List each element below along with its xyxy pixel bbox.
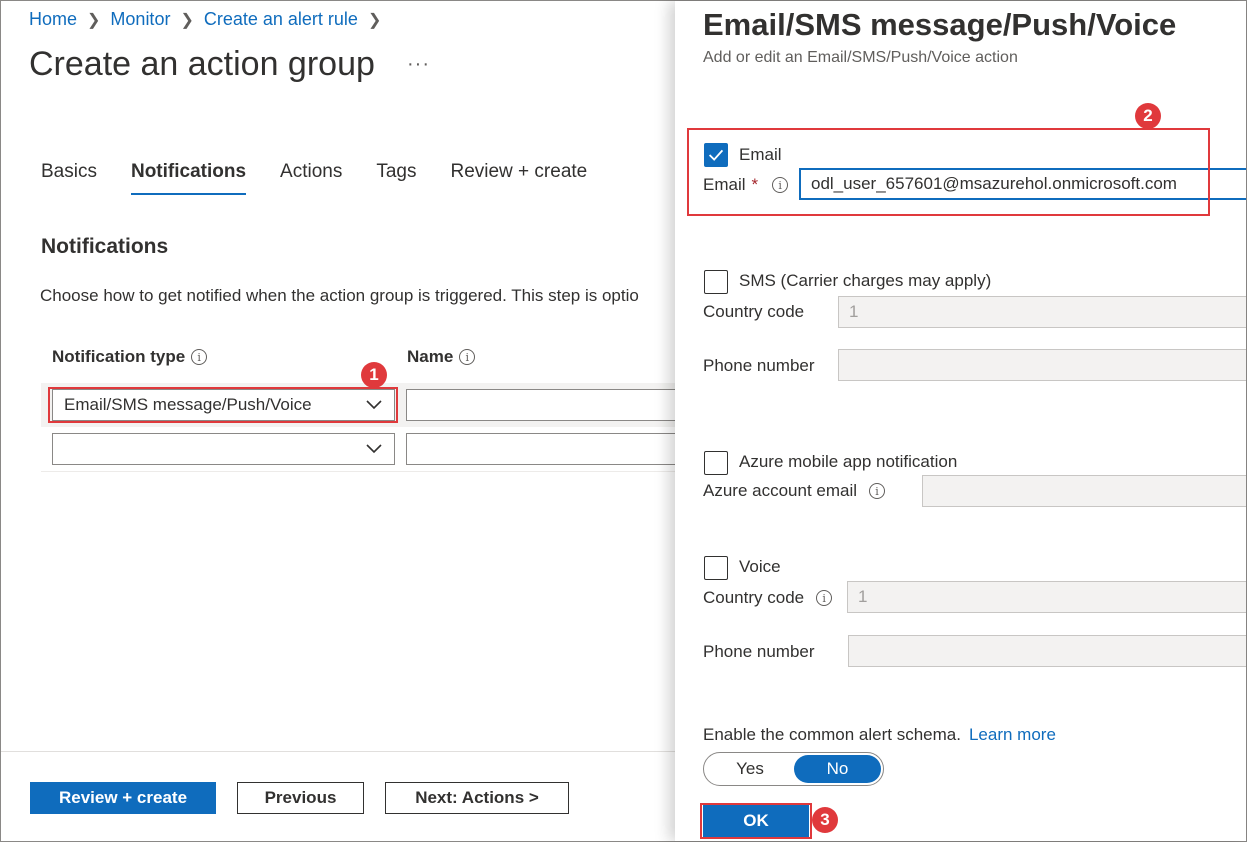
azure-account-email-label: Azure account email i (703, 481, 886, 501)
chevron-down-icon (366, 400, 382, 410)
step-badge-2: 2 (1135, 103, 1161, 129)
column-header-notification-type: Notification type i (52, 347, 208, 367)
voice-country-code-label: Country code i (703, 588, 833, 608)
info-icon[interactable]: i (459, 349, 476, 365)
step-badge-1: 1 (361, 362, 387, 388)
sms-checkbox[interactable] (704, 270, 728, 294)
chevron-right-icon: ❯ (180, 11, 194, 29)
voice-checkbox[interactable] (704, 556, 728, 580)
step-badge-3: 3 (812, 807, 838, 833)
toggle-yes-option[interactable]: Yes (706, 755, 794, 783)
email-checkbox-label: Email (739, 145, 782, 164)
email-field[interactable]: odl_user_657601@msazurehol.onmicrosoft.c… (799, 168, 1246, 200)
review-create-button[interactable]: Review + create (30, 782, 216, 814)
tab-actions[interactable]: Actions (280, 161, 342, 195)
push-checkbox-label: Azure mobile app notification (739, 452, 958, 471)
sms-country-code-input[interactable]: 1 (838, 296, 1246, 328)
learn-more-link[interactable]: Learn more (969, 725, 1056, 744)
voice-checkbox-label: Voice (739, 557, 781, 576)
info-icon[interactable]: i (772, 177, 789, 193)
common-alert-schema-toggle: Yes No (703, 752, 884, 786)
required-asterisk: * (751, 175, 759, 194)
breadcrumb-home[interactable]: Home (29, 9, 77, 30)
voice-country-code-input[interactable]: 1 (847, 581, 1246, 613)
tab-notifications[interactable]: Notifications (130, 161, 247, 195)
notification-type-dropdown-empty[interactable] (52, 433, 395, 465)
page-title: Create an action group (29, 45, 375, 83)
push-checkbox[interactable] (704, 451, 728, 475)
section-description: Choose how to get notified when the acti… (40, 286, 639, 305)
column-header-label: Name (407, 347, 454, 366)
previous-button[interactable]: Previous (237, 782, 364, 814)
column-header-label: Notification type (52, 347, 186, 366)
sms-checkbox-label: SMS (Carrier charges may apply) (739, 271, 992, 290)
chevron-right-icon: ❯ (367, 11, 382, 29)
azure-account-email-input[interactable] (922, 475, 1246, 507)
email-sms-push-voice-panel: Email/SMS message/Push/Voice Add or edit… (675, 1, 1246, 841)
schema-label-text: Enable the common alert schema. (703, 725, 961, 744)
azure-account-email-text: Azure account email (703, 481, 858, 500)
tab-bar: Basics Notifications Actions Tags Review… (41, 161, 621, 195)
info-icon[interactable]: i (869, 483, 886, 499)
info-icon[interactable]: i (191, 349, 208, 365)
common-alert-schema-label: Enable the common alert schema. Learn mor… (703, 725, 1056, 745)
sms-country-code-label: Country code (703, 302, 805, 321)
notification-name-input[interactable] (406, 389, 675, 421)
voice-phone-input[interactable] (848, 635, 1246, 667)
create-action-group-page: Home ❯ Monitor ❯ Create an alert rule ❯ … (1, 1, 675, 841)
email-label-text: Email (703, 175, 746, 194)
tab-review-create[interactable]: Review + create (450, 161, 587, 195)
more-options-icon[interactable]: ··· (407, 53, 430, 76)
column-header-name: Name i (407, 347, 476, 367)
ok-button[interactable]: OK (703, 805, 809, 837)
sms-phone-label: Phone number (703, 356, 815, 375)
section-heading: Notifications (41, 235, 169, 258)
breadcrumb-monitor[interactable]: Monitor (110, 9, 170, 30)
tab-tags[interactable]: Tags (376, 161, 416, 195)
table-divider (41, 471, 675, 472)
panel-title: Email/SMS message/Push/Voice (703, 7, 1177, 42)
voice-country-code-text: Country code (703, 588, 805, 607)
info-icon[interactable]: i (816, 590, 833, 606)
notification-type-dropdown[interactable]: Email/SMS message/Push/Voice (52, 389, 395, 421)
toggle-no-option[interactable]: No (794, 755, 881, 783)
breadcrumb: Home ❯ Monitor ❯ Create an alert rule ❯ (29, 9, 391, 30)
chevron-down-icon (366, 444, 382, 454)
panel-subtitle: Add or edit an Email/SMS/Push/Voice acti… (703, 49, 1018, 66)
next-actions-button[interactable]: Next: Actions > (385, 782, 569, 814)
footer-divider (1, 751, 675, 752)
checkmark-icon (708, 149, 724, 161)
dropdown-value: Email/SMS message/Push/Voice (64, 395, 312, 414)
email-checkbox[interactable] (704, 143, 728, 167)
sms-phone-input[interactable] (838, 349, 1246, 381)
notification-name-input-empty[interactable] (406, 433, 675, 465)
voice-phone-label: Phone number (703, 642, 815, 661)
email-field-label: Email * i (703, 175, 789, 195)
breadcrumb-create-alert-rule[interactable]: Create an alert rule (204, 9, 358, 30)
tab-basics[interactable]: Basics (41, 161, 97, 195)
chevron-right-icon: ❯ (87, 11, 101, 29)
